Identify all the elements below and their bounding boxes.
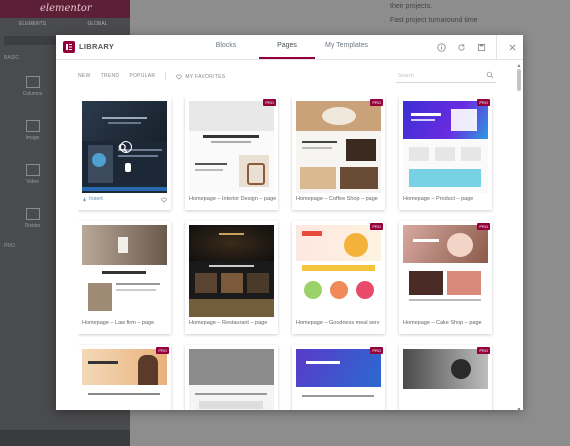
elementor-logo-icon [63, 41, 75, 53]
template-thumbnail[interactable] [403, 349, 488, 410]
template-caption: Insert [89, 196, 103, 202]
template-thumbnail[interactable] [296, 349, 381, 410]
template-thumbnail[interactable] [189, 225, 274, 317]
template-card[interactable]: PRO Homepage – Coffee Shop – page [292, 97, 385, 210]
pro-badge: PRO [477, 99, 490, 106]
template-thumbnail[interactable] [82, 349, 167, 410]
template-thumbnail[interactable] [296, 225, 381, 317]
pro-badge: PRO [477, 347, 490, 354]
template-card[interactable]: PRO [78, 345, 171, 410]
tab-my-templates[interactable]: My Templates [315, 35, 378, 59]
header-actions [436, 35, 517, 59]
sync-icon[interactable] [456, 42, 466, 52]
template-card[interactable]: Homepage – Law firm – page [78, 221, 171, 334]
template-card[interactable]: PRO [292, 345, 385, 410]
widget-label: Divider [24, 222, 41, 229]
library-title: LIBRARY [79, 42, 115, 51]
filter-trend[interactable]: TREND [101, 73, 120, 80]
template-caption: Homepage – Goodness meal serv [296, 320, 380, 326]
template-card[interactable] [185, 345, 278, 410]
canvas-line: their projects. [390, 3, 433, 10]
heart-icon [176, 74, 183, 80]
widget-icon [25, 75, 40, 88]
save-icon[interactable] [476, 42, 486, 52]
editor-brand: elementor [0, 0, 130, 18]
pro-badge: PRO [263, 99, 276, 106]
template-thumbnail[interactable] [82, 225, 167, 317]
search-input[interactable]: Search [396, 70, 496, 83]
template-caption: Homepage – Restaurant – page [189, 320, 268, 326]
canvas-text: their projects. Fast project turnaround … [380, 0, 478, 28]
template-caption: Homepage – Product – page [403, 196, 474, 202]
template-card[interactable]: PRO Homepage – Product – page [399, 97, 492, 210]
template-thumbnail[interactable] [189, 349, 274, 410]
widget-label: Image [25, 134, 40, 141]
widget-label: Columns [22, 90, 43, 97]
template-thumbnail[interactable] [296, 101, 381, 193]
template-thumbnail[interactable] [189, 101, 274, 193]
filter-popular[interactable]: POPULAR [129, 73, 155, 80]
scrollbar-thumb[interactable] [517, 69, 521, 91]
insert-button[interactable]: Insert [82, 196, 103, 202]
templates-grid: Insert PRO Homepage – Interior Design – p… [78, 97, 498, 410]
template-card[interactable]: PRO Homepage – Goodness meal serv [292, 221, 385, 334]
close-icon[interactable] [507, 42, 517, 52]
library-modal: LIBRARY Blocks Pages My Templates NEW TR… [56, 35, 523, 413]
download-icon [82, 197, 87, 201]
template-thumbnail[interactable] [403, 101, 488, 193]
template-card[interactable]: PRO [399, 345, 492, 410]
template-caption: Homepage – Law firm – page [82, 320, 155, 326]
editor-tab-elements[interactable]: ELEMENTS [0, 18, 65, 30]
widget-icon [25, 207, 40, 220]
tab-pages[interactable]: Pages [259, 35, 315, 59]
template-thumbnail[interactable] [403, 225, 488, 317]
editor-tab-global[interactable]: GLOBAL [65, 18, 130, 30]
header-divider [496, 35, 497, 59]
scroll-down-icon[interactable]: ▼ [516, 407, 522, 413]
info-icon[interactable] [436, 42, 446, 52]
scrollbar[interactable]: ▲ ▼ [516, 63, 522, 413]
editor-tabs: ELEMENTS GLOBAL [0, 18, 130, 30]
library-tabs: Blocks Pages My Templates [201, 35, 378, 59]
widget-icon [25, 163, 40, 176]
heart-icon[interactable] [161, 197, 167, 203]
pro-badge: PRO [477, 223, 490, 230]
search-placeholder: Search [398, 73, 414, 79]
template-caption: Homepage – Cake Shop – page [403, 320, 482, 326]
canvas-line: Fast project turnaround time [390, 17, 478, 24]
library-header: LIBRARY Blocks Pages My Templates [56, 35, 523, 60]
filter-new[interactable]: NEW [78, 73, 91, 80]
pro-badge: PRO [370, 99, 383, 106]
template-card[interactable]: PRO Homepage – Interior Design – page [185, 97, 278, 210]
pro-badge: PRO [370, 223, 383, 230]
tab-blocks[interactable]: Blocks [201, 35, 251, 59]
widget-icon [25, 119, 40, 132]
template-caption: Homepage – Interior Design – page [189, 196, 277, 202]
pro-badge: PRO [156, 347, 169, 354]
zoom-icon[interactable] [118, 140, 128, 158]
favorites-label: MY FAVORITES [185, 73, 226, 80]
search-icon [486, 71, 494, 79]
widget-label: Video [26, 178, 39, 185]
template-caption: Homepage – Coffee Shop – page [296, 196, 378, 202]
filter-divider [165, 72, 167, 80]
filter-bar: NEW TREND POPULAR MY FAVORITES [78, 72, 225, 80]
pro-badge: PRO [370, 347, 383, 354]
editor-footer [0, 430, 130, 446]
template-card[interactable]: Homepage – Restaurant – page [185, 221, 278, 334]
template-card[interactable]: PRO Homepage – Cake Shop – page [399, 221, 492, 334]
filter-favorites[interactable]: MY FAVORITES [176, 73, 225, 80]
